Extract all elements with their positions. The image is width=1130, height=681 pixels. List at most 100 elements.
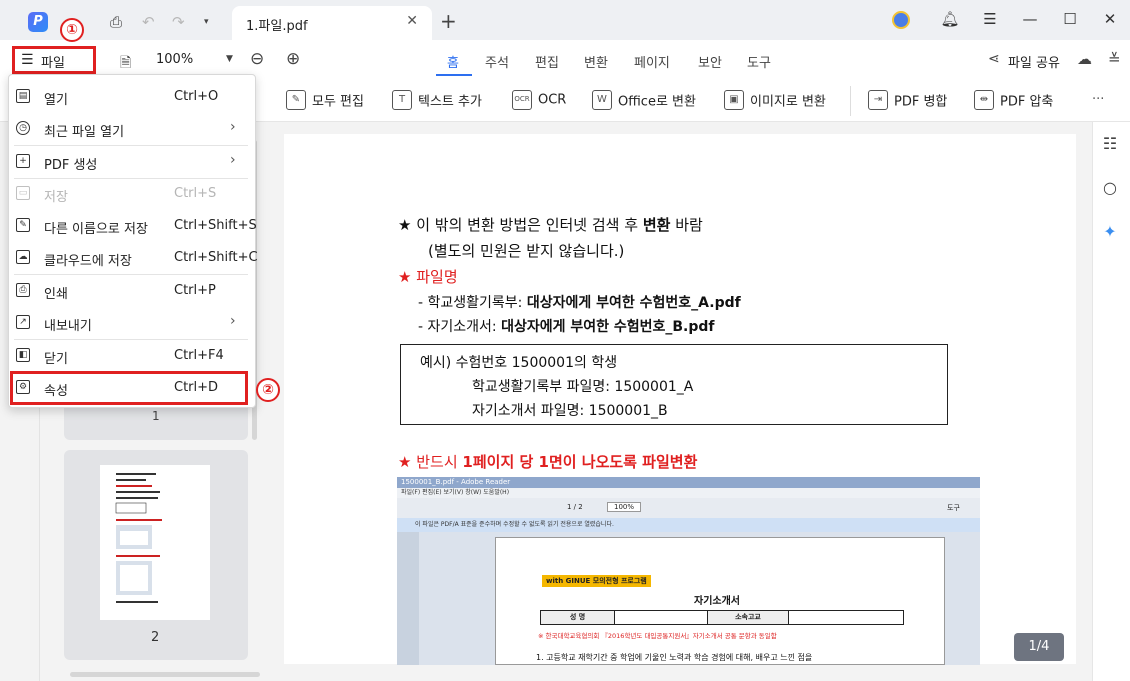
- undo-icon[interactable]: ↶: [142, 12, 155, 32]
- print-icon[interactable]: ⎙: [110, 12, 122, 32]
- menu-item-label: 내보내기: [44, 319, 92, 334]
- add-text-button[interactable]: T 텍스트 추가: [392, 90, 482, 112]
- share-button[interactable]: 파일 공유: [1008, 52, 1060, 71]
- share-icon[interactable]: ⋖: [988, 51, 1000, 67]
- tab-tools[interactable]: 도구: [747, 52, 771, 71]
- app-logo: P: [28, 12, 48, 32]
- chevron-right-icon: ›: [230, 119, 236, 135]
- embedded-tools: 도구: [947, 504, 960, 512]
- menu-item-open[interactable]: ▤ 열기 Ctrl+O: [8, 82, 248, 112]
- menu-item-label: 닫기: [44, 352, 68, 367]
- merge-pdf-button[interactable]: ⇥ PDF 병합: [868, 90, 947, 112]
- title-bar: P ⎙ ↶ ↷ ▾ 1.파일.pdf ✕ + 🔔︎ ☰ — ☐ ✕: [0, 0, 1130, 40]
- tab-edit[interactable]: 편집: [535, 52, 559, 71]
- step-1-marker: ①: [60, 18, 84, 42]
- hamburger-icon[interactable]: ☰: [978, 10, 1002, 28]
- edit-all-button[interactable]: ✎ 모두 편집: [286, 90, 364, 112]
- menu-item-label: PDF 생성: [44, 158, 98, 173]
- tab-annotate[interactable]: 주석: [485, 52, 509, 71]
- embedded-col-school: 소속고교: [707, 611, 789, 624]
- cloud-save-icon: ☁: [16, 250, 30, 264]
- tab-home[interactable]: 홈: [447, 52, 459, 71]
- embedded-text: 1. 고등학교 재학기간 중 학업에 기울인 노력과 학습 경험에 대해, 배우…: [536, 653, 813, 662]
- minimize-icon[interactable]: —: [1018, 10, 1042, 28]
- zoom-value[interactable]: 100%: [156, 52, 193, 67]
- example-line-2: 학교생활기록부 파일명: 1500001_A: [472, 379, 694, 395]
- search-icon[interactable]: ○: [1098, 178, 1122, 197]
- tab-page[interactable]: 페이지: [634, 52, 670, 71]
- window-close-icon[interactable]: ✕: [1098, 10, 1122, 28]
- collapse-icon[interactable]: ≚: [1108, 50, 1121, 68]
- menu-item-print[interactable]: ⎙ 인쇄 Ctrl+P: [8, 276, 248, 306]
- properties-panel-icon[interactable]: ☷: [1098, 134, 1122, 153]
- embedded-toolbar: 1 / 2 100% 도구: [397, 498, 980, 518]
- thumbnail-number: 1: [152, 409, 160, 423]
- menu-item-label: 저장: [44, 190, 68, 205]
- thumbnail-number: 2: [151, 630, 160, 645]
- doc-text-bold: 변환: [642, 216, 671, 234]
- doc-line-2: (별도의 민원은 받지 않습니다.): [428, 242, 625, 260]
- menu-item-shortcut: Ctrl+S: [174, 186, 217, 201]
- convert-image-label: 이미지로 변환: [750, 94, 826, 110]
- menu-item-create-pdf[interactable]: + PDF 생성 ›: [8, 147, 248, 177]
- document-tab[interactable]: 1.파일.pdf ✕: [232, 6, 432, 40]
- ribbon-divider: [850, 86, 851, 116]
- menu-item-save[interactable]: ▭ 저장 Ctrl+S: [8, 179, 248, 209]
- menu-divider: [14, 145, 248, 146]
- close-icon[interactable]: ✕: [406, 13, 418, 29]
- menu-item-recent[interactable]: ◷ 최근 파일 열기 ›: [8, 114, 248, 144]
- hamburger-icon: ☰: [21, 52, 34, 68]
- convert-image-button[interactable]: ▣ 이미지로 변환: [724, 90, 826, 112]
- doc-item-value: 대상자에게 부여한 수험번호_A.pdf: [526, 295, 741, 311]
- more-icon[interactable]: ···: [1092, 92, 1104, 107]
- ocr-button[interactable]: OCR OCR: [512, 90, 566, 112]
- ai-sparkle-icon[interactable]: ✦: [1098, 222, 1122, 241]
- compress-icon: ⇹: [974, 90, 994, 110]
- doc-heading-text-bold: 1페이지 당 1면이 나오도록 파일변환: [462, 453, 698, 471]
- print-icon: ⎙: [16, 283, 30, 297]
- menu-item-label: 최근 파일 열기: [44, 125, 125, 140]
- redo-icon[interactable]: ↷: [172, 12, 185, 32]
- embedded-page-view: with GINUE 모의전형 프로그램 자기소개서 성 명 소속고교 ※ 한국…: [495, 537, 945, 665]
- menu-divider: [14, 339, 248, 340]
- doc-item-value: 대상자에게 부여한 수험번호_B.pdf: [501, 319, 715, 335]
- convert-office-label: Office로 변환: [618, 94, 696, 110]
- bell-icon[interactable]: 🔔︎: [938, 10, 962, 28]
- page-indicator: 1/4: [1014, 633, 1064, 661]
- tab-security[interactable]: 보안: [698, 52, 722, 71]
- chevron-down-icon[interactable]: ▼: [226, 54, 233, 64]
- create-pdf-icon: +: [16, 154, 30, 168]
- image-icon: ▣: [724, 90, 744, 110]
- close-doc-icon: ◧: [16, 348, 30, 362]
- menu-item-shortcut: Ctrl+Shift+C: [174, 250, 258, 265]
- menu-item-export[interactable]: ↗ 내보내기 ›: [8, 308, 248, 338]
- file-menu-button[interactable]: ☰ 파일: [12, 46, 96, 74]
- menu-item-shortcut: Ctrl+P: [174, 283, 216, 298]
- chevron-right-icon: ›: [230, 313, 236, 329]
- merge-icon: ⇥: [868, 90, 888, 110]
- caret-down-icon[interactable]: ▾: [204, 12, 209, 32]
- menu-item-save-as[interactable]: ✎ 다른 이름으로 저장 Ctrl+Shift+S: [8, 211, 257, 241]
- embedded-screenshot: 1500001_B.pdf - Adobe Reader 파일(F) 편집(E)…: [397, 477, 980, 665]
- maximize-icon[interactable]: ☐: [1058, 10, 1082, 28]
- convert-office-button[interactable]: W Office로 변환: [592, 90, 696, 112]
- zoom-in-icon[interactable]: ⊕: [286, 49, 300, 69]
- tab-convert[interactable]: 변환: [584, 52, 608, 71]
- doc-item-label: - 자기소개서:: [418, 319, 497, 335]
- embedded-info-bar: 이 파일은 PDF/A 표준을 준수하며 수정할 수 없도록 읽기 전용으로 열…: [397, 518, 980, 532]
- embedded-page: 1 / 2: [567, 503, 583, 511]
- menu-item-close[interactable]: ◧ 닫기 Ctrl+F4: [8, 341, 248, 371]
- zoom-out-icon[interactable]: ⊖: [250, 49, 264, 69]
- account-badge-icon[interactable]: [892, 11, 910, 29]
- compress-pdf-button[interactable]: ⇹ PDF 압축: [974, 90, 1053, 112]
- horizontal-scrollbar[interactable]: [70, 672, 260, 677]
- embedded-side-panel: [397, 532, 419, 665]
- cloud-upload-icon[interactable]: ☁: [1077, 50, 1092, 68]
- clock-icon: ◷: [16, 121, 30, 135]
- doc-heading-text: 반드시: [416, 453, 458, 471]
- menu-item-save-cloud[interactable]: ☁ 클라우드에 저장 Ctrl+Shift+C: [8, 243, 258, 273]
- star-icon: ★: [398, 268, 412, 286]
- page-icon[interactable]: 🗎: [120, 52, 131, 76]
- pen-icon: ✎: [286, 90, 306, 110]
- plus-icon[interactable]: +: [440, 9, 457, 33]
